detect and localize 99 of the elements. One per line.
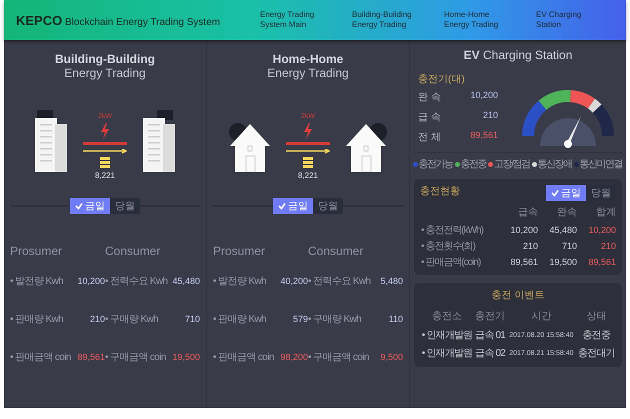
table-cell-text: 급속 02 xyxy=(474,347,506,361)
nav-link[interactable]: EV Charging Station xyxy=(536,10,606,30)
stat-label: • 판매금액 coin xyxy=(10,351,71,364)
group-title: Consumer xyxy=(105,244,162,258)
table-cell-text: • 인재개발원 xyxy=(420,329,474,343)
table-cell-text: 급속 01 xyxy=(474,329,506,343)
stat-value: 710 xyxy=(184,314,200,324)
charger-value: 10,200 xyxy=(470,90,498,102)
column-header: 충전기 xyxy=(474,310,506,324)
power-line xyxy=(83,142,127,146)
column-header: 완속 xyxy=(556,206,577,220)
stat-value: 210 xyxy=(90,314,105,324)
column-header: 합계 xyxy=(595,206,616,220)
period-tab[interactable]: 당월 xyxy=(110,198,140,214)
table-cell: 89,561 xyxy=(576,254,616,270)
row-label: • 충전전력(kWh) xyxy=(420,224,484,238)
legend-label: 충전가능 xyxy=(418,158,453,171)
charger-value: 210 xyxy=(482,110,498,122)
stat-value: 19,500 xyxy=(172,352,200,362)
period-tab[interactable]: 금일 xyxy=(546,185,586,201)
stat-value: 579 xyxy=(292,314,308,324)
arrow-line xyxy=(286,149,330,154)
arrow-line xyxy=(83,149,127,154)
panel-title: EV Charging Station xyxy=(462,48,574,62)
stat-label: • 판매량 Kwh xyxy=(213,313,266,326)
house-icon xyxy=(228,120,272,172)
column-header: 상태 xyxy=(585,310,608,324)
group-title: Prosumer xyxy=(213,244,266,258)
legend-label: 통신장애 xyxy=(538,158,572,171)
legend-label: 통신미연결 xyxy=(580,158,622,171)
stat-label: • 발전량 Kwh xyxy=(10,275,64,288)
amount-value: 8,221 xyxy=(298,171,318,180)
app-title: KEPCO Blockchain Energy Trading System xyxy=(16,12,220,28)
stat-label: • 전력수요 Kwh xyxy=(105,275,168,288)
table-cell: 710 xyxy=(538,238,577,254)
stat-label: • 구매금액 coin xyxy=(308,351,369,364)
column-header: 시간 xyxy=(530,310,552,324)
row-label: • 판매금액(coin) xyxy=(420,256,482,270)
nav-link[interactable]: Home-Home Energy Trading xyxy=(444,10,514,30)
table-cell-text: 충전중 xyxy=(582,329,612,343)
stat-label: • 판매량 Kwh xyxy=(10,313,64,326)
amount-value: 8,221 xyxy=(94,171,116,180)
lightning-icon xyxy=(100,123,110,139)
row-label: • 충전횟수(회) xyxy=(420,240,476,254)
stat-value: 10,200 xyxy=(77,276,105,286)
stat-value: 40,200 xyxy=(280,276,308,286)
coin-stack-icon xyxy=(100,157,110,168)
period-tab[interactable]: 금일 xyxy=(70,198,110,214)
check-icon xyxy=(75,202,83,210)
table-cell-text: 10,200 xyxy=(509,224,538,237)
group-title: Prosumer xyxy=(10,244,64,258)
nav-link[interactable]: Building-Building Energy Trading xyxy=(352,10,422,30)
table-cell: 210 xyxy=(576,238,616,254)
column-header: 충전소 xyxy=(431,310,464,324)
building-icon xyxy=(141,110,177,172)
table-cell-text: 210 xyxy=(522,240,538,253)
nav-link[interactable]: Energy Trading System Main xyxy=(260,10,330,30)
table-cell-text: 충전대기 xyxy=(576,347,616,361)
panel-subtitle: Energy Trading xyxy=(267,66,349,80)
charger-label: 전 체 xyxy=(418,131,441,144)
power-line xyxy=(286,142,330,146)
charger-value: 89,561 xyxy=(470,130,498,142)
stat-value: 98,200 xyxy=(280,352,308,362)
stat-value: 89,561 xyxy=(77,352,105,362)
card-title: 충전 이벤트 xyxy=(490,289,546,302)
charger-title: 충전기(대) xyxy=(418,73,466,86)
charger-label: 완 속 xyxy=(418,91,441,104)
legend-label: 고장/점검 xyxy=(494,158,530,171)
stat-label: • 전력수요 Kwh xyxy=(308,275,371,288)
stat-value: 110 xyxy=(388,314,403,324)
panel-subtitle: Energy Trading xyxy=(64,66,146,80)
lightning-icon xyxy=(303,123,313,139)
period-tab[interactable]: 금일 xyxy=(273,198,313,214)
table-cell: 45,480 xyxy=(538,222,577,238)
table-cell: 10,200 xyxy=(576,222,616,238)
table-cell-text: • 인재개발원 xyxy=(420,347,474,361)
stat-label: • 구매량 Kwh xyxy=(105,313,158,326)
check-icon xyxy=(551,189,559,197)
stat-label: • 구매량 Kwh xyxy=(308,313,362,326)
table-cell-text: 89,561 xyxy=(509,256,538,269)
column-header: 급속 xyxy=(517,206,538,220)
card-title: 충전현황 xyxy=(420,185,460,198)
group-title: Consumer xyxy=(308,244,364,258)
stat-value: 45,480 xyxy=(172,276,200,286)
coin-stack-icon xyxy=(303,157,313,168)
stat-label: • 구매금액 coin xyxy=(105,351,166,364)
check-icon xyxy=(278,202,286,210)
charger-label: 급 속 xyxy=(418,111,441,124)
panel-title: Building-Building xyxy=(55,52,155,66)
period-tab[interactable]: 당월 xyxy=(313,198,343,214)
house-icon xyxy=(344,120,388,172)
table-cell: 19,500 xyxy=(538,254,577,270)
stat-value: 5,480 xyxy=(380,276,403,286)
stat-value: 9,500 xyxy=(380,352,403,362)
stat-label: • 판매금액 coin xyxy=(213,351,274,364)
stat-label: • 발전량 Kwh xyxy=(213,275,266,288)
building-icon xyxy=(33,110,69,172)
panel-title: Home-Home xyxy=(272,52,344,66)
legend-label: 충전중 xyxy=(460,158,486,171)
